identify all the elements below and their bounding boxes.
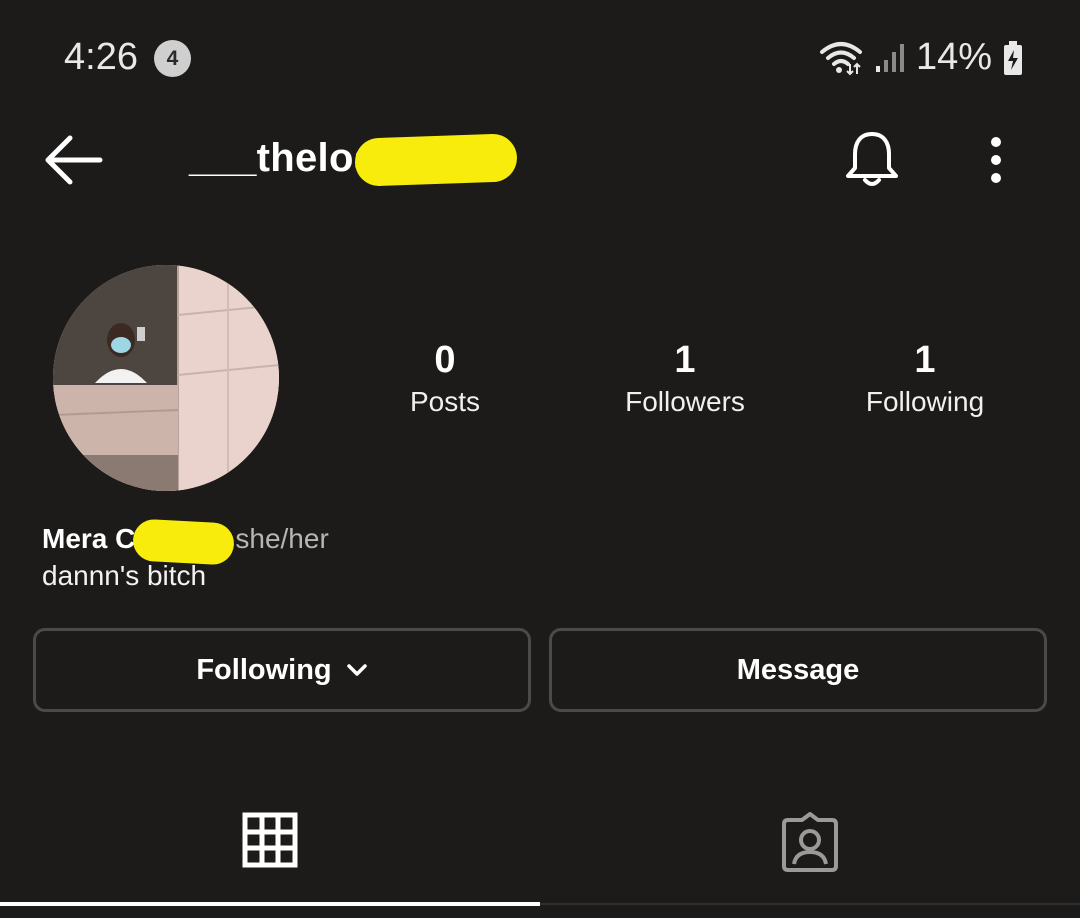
battery-charging-icon xyxy=(1004,40,1022,75)
profile-display-name: Mera C xyxy=(42,523,136,554)
profile-pronouns: she/her xyxy=(235,523,329,554)
username-redaction xyxy=(354,133,518,187)
stat-followers[interactable]: 1 Followers xyxy=(585,338,785,422)
stat-posts-value: 0 xyxy=(434,339,456,381)
profile-bio: dannn's bitch xyxy=(42,560,207,591)
back-arrow-icon xyxy=(45,135,103,185)
active-tab-indicator xyxy=(0,902,540,906)
stat-following-value: 1 xyxy=(914,339,936,381)
avatar-photo xyxy=(53,265,279,491)
profile-username: ___thelos xyxy=(189,136,377,180)
bell-icon xyxy=(846,132,898,186)
following-button[interactable]: Following xyxy=(33,628,531,712)
tab-tagged[interactable] xyxy=(780,812,840,877)
profile-avatar[interactable] xyxy=(53,265,279,491)
stat-posts-label: Posts xyxy=(409,386,481,417)
tab-posts-grid[interactable] xyxy=(242,812,298,873)
tab-divider xyxy=(540,903,1080,905)
signal-icon xyxy=(875,43,904,72)
wifi-icon xyxy=(819,41,862,75)
name-redaction xyxy=(131,518,236,566)
grid-icon xyxy=(242,812,298,868)
notifications-button[interactable] xyxy=(843,128,901,195)
status-icons: 14% xyxy=(818,36,1024,79)
stat-following[interactable]: 1 Following xyxy=(825,338,1025,422)
status-time: 4:26 xyxy=(64,36,138,78)
stat-followers-value: 1 xyxy=(674,339,696,381)
following-button-label: Following xyxy=(196,653,332,686)
more-vertical-icon xyxy=(991,137,1001,183)
more-options-button[interactable] xyxy=(978,136,1014,189)
tagged-icon xyxy=(782,812,838,872)
stat-following-label: Following xyxy=(865,386,985,417)
stat-posts[interactable]: 0 Posts xyxy=(345,338,545,422)
message-button[interactable]: Message xyxy=(549,628,1047,712)
battery-percentage: 14% xyxy=(915,36,992,78)
back-button[interactable] xyxy=(42,132,104,193)
stat-followers-label: Followers xyxy=(625,386,745,417)
notification-count-badge: 4 xyxy=(154,40,191,77)
chevron-down-icon xyxy=(346,664,367,676)
message-button-label: Message xyxy=(736,653,860,686)
